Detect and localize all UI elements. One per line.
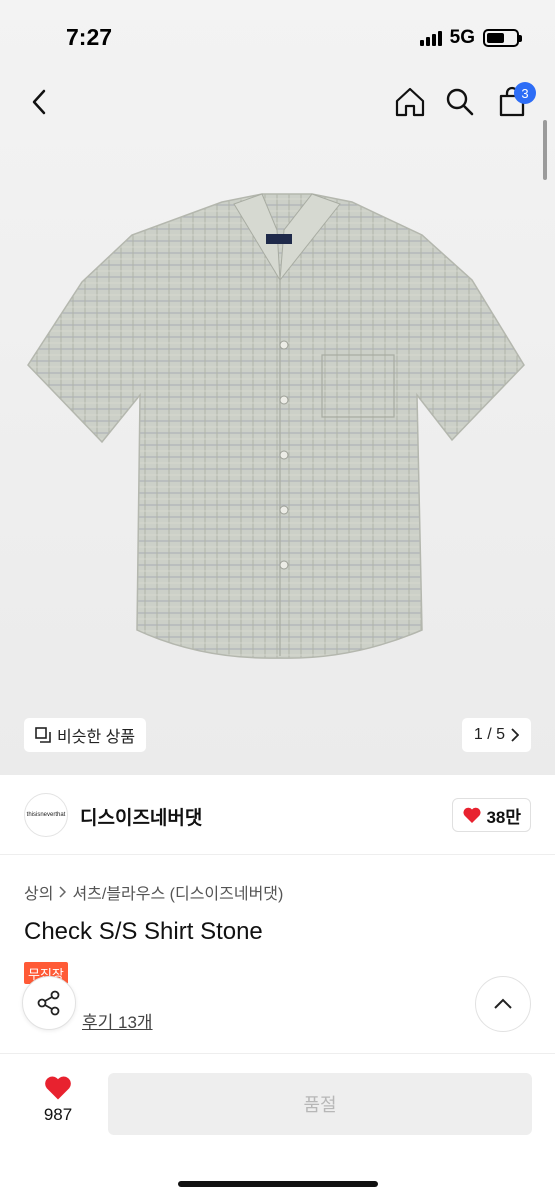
status-bar: 7:27 5G [0, 0, 555, 70]
heart-icon [463, 807, 481, 823]
similar-products-button[interactable]: 비슷한 상품 [24, 718, 147, 752]
copy-icon [35, 727, 51, 743]
home-indicator [178, 1181, 378, 1187]
review-link[interactable]: 후기 13개 [82, 1008, 153, 1033]
brand-like-button[interactable]: 38만 [452, 798, 531, 832]
cart-button[interactable]: 3 [490, 80, 536, 124]
product-title: Check S/S Shirt Stone [24, 918, 263, 945]
sold-out-button[interactable]: 품절 [108, 1073, 532, 1135]
status-indicators: 5G [419, 27, 522, 49]
brand-logo-text: thisisneverthat [26, 812, 66, 818]
breadcrumb-level1[interactable]: 상의 [24, 880, 53, 904]
chevron-up-icon [494, 998, 512, 1009]
scroll-top-button[interactable] [475, 976, 531, 1032]
share-button[interactable] [22, 976, 76, 1030]
image-pager[interactable]: 1 / 5 [461, 718, 531, 752]
heart-icon [45, 1076, 71, 1100]
brand-name[interactable]: 디스이즈네버댓 [80, 803, 202, 830]
brand-like-count: 38만 [486, 807, 521, 827]
brand-row[interactable]: thisisneverthat 디스이즈네버댓 38만 [0, 775, 555, 855]
home-icon [395, 87, 425, 117]
top-nav: 3 [0, 80, 555, 130]
page-indicator: 1 / 5 [473, 726, 505, 743]
brand-logo: thisisneverthat [24, 793, 68, 837]
chevron-right-icon [511, 728, 519, 742]
status-time: 7:27 [66, 24, 113, 50]
scrollbar[interactable] [543, 120, 547, 180]
home-button[interactable] [388, 80, 432, 124]
cart-count-badge: 3 [514, 82, 536, 104]
product-like-button[interactable]: 987 [28, 1074, 88, 1125]
similar-products-label: 비슷한 상품 [57, 729, 136, 746]
back-button[interactable] [18, 80, 62, 124]
battery-icon [483, 29, 522, 47]
signal-icon [419, 30, 442, 46]
network-label: 5G [449, 27, 475, 48]
bottom-action-bar: 987 품절 [0, 1053, 555, 1200]
product-image-shirt[interactable] [22, 190, 534, 670]
breadcrumb: 상의 셔츠/블라우스 (디스이즈네버댓) [24, 880, 283, 904]
chevron-left-icon [32, 89, 46, 115]
share-icon [37, 990, 60, 1016]
search-icon [446, 88, 474, 116]
product-like-count: 987 [43, 1105, 73, 1124]
breadcrumb-level2[interactable]: 셔츠/블라우스 (디스이즈네버댓) [72, 880, 283, 904]
chevron-right-icon [59, 886, 67, 898]
search-button[interactable] [438, 80, 482, 124]
